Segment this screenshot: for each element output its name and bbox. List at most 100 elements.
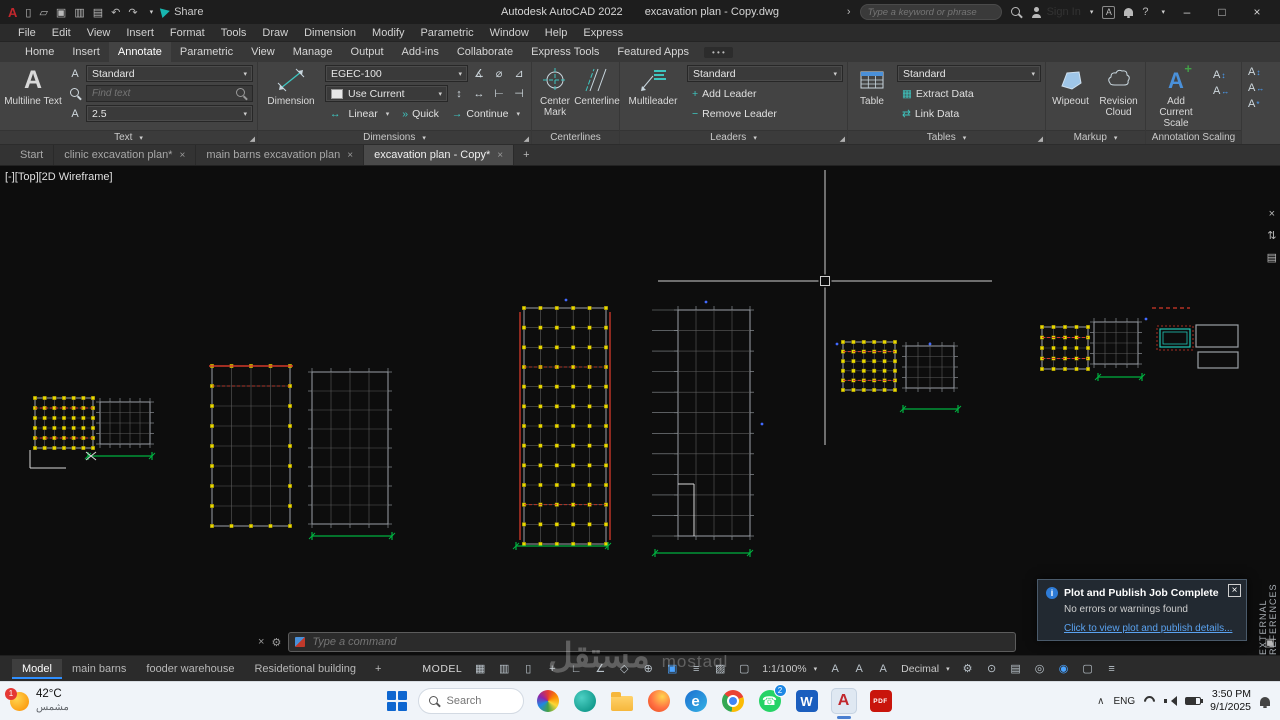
- dimension-button[interactable]: Dimension: [262, 65, 320, 130]
- command-customize-icon[interactable]: ⚙: [271, 636, 281, 649]
- find-go-icon[interactable]: [236, 88, 247, 99]
- add-delete-scales-icon[interactable]: A↕: [1213, 69, 1229, 81]
- start-button[interactable]: [387, 691, 407, 711]
- file-tab-main-barns[interactable]: main barns excavation plan ×: [196, 145, 364, 165]
- taskbar-search-box[interactable]: [418, 688, 524, 714]
- taskbar-app-firefox[interactable]: [646, 688, 672, 714]
- palette-icon[interactable]: ▤: [1267, 251, 1277, 264]
- panel-annotation-scaling-footer[interactable]: Annotation Scaling: [1146, 130, 1241, 144]
- panel-leaders-footer[interactable]: Leaders ▾: [620, 130, 847, 144]
- menu-edit[interactable]: Edit: [44, 27, 79, 39]
- notifications-icon[interactable]: [1124, 8, 1133, 16]
- dim-radius-icon[interactable]: ⊿: [511, 66, 527, 82]
- close-button[interactable]: ×: [1244, 0, 1270, 24]
- file-tab-excavation-copy-close-icon[interactable]: ×: [497, 150, 503, 161]
- language-indicator[interactable]: ENG: [1113, 696, 1135, 707]
- tray-chevron-icon[interactable]: ∧: [1097, 696, 1104, 707]
- dynamic-input-icon[interactable]: +: [540, 659, 564, 679]
- revision-cloud-button[interactable]: Revision Cloud: [1096, 65, 1141, 130]
- panel-tables-footer[interactable]: Tables ▾: [848, 130, 1045, 144]
- grid-icon[interactable]: ▦: [468, 659, 492, 679]
- tab-manage[interactable]: Manage: [284, 42, 342, 62]
- center-mark-button[interactable]: Center Mark: [536, 65, 574, 130]
- panel-dimensions-footer[interactable]: Dimensions ▾: [258, 130, 531, 144]
- panel-text-footer[interactable]: Text ▾: [0, 130, 257, 144]
- viewport-close-icon[interactable]: ×: [1269, 208, 1275, 220]
- open-file-icon[interactable]: ▱: [39, 6, 47, 19]
- layout-tab-residetional-building[interactable]: Residetional building: [244, 659, 366, 679]
- menu-help[interactable]: Help: [537, 27, 576, 39]
- taskbar-app-acrobat[interactable]: PDF: [868, 688, 894, 714]
- dim-layer-combo[interactable]: Use Current ▾: [325, 85, 448, 102]
- menu-parametric[interactable]: Parametric: [412, 27, 481, 39]
- menu-tools[interactable]: Tools: [213, 27, 255, 39]
- annotation-monitor-icon[interactable]: ⊙: [980, 659, 1004, 679]
- table-style-combo[interactable]: Standard ▾: [897, 65, 1041, 82]
- layout-tab-main-barns[interactable]: main barns: [62, 659, 136, 679]
- file-tab-clinic-close-icon[interactable]: ×: [179, 150, 185, 161]
- tab-home[interactable]: Home: [16, 42, 63, 62]
- annotation-visibility-icon[interactable]: A: [823, 659, 847, 679]
- selection-cycling-icon[interactable]: ▢: [732, 659, 756, 679]
- command-input-box[interactable]: [288, 632, 1016, 652]
- leader-style-combo[interactable]: Standard ▾: [687, 65, 843, 82]
- dim-angular-icon[interactable]: ∡: [471, 66, 487, 82]
- table-button[interactable]: Table: [852, 65, 892, 130]
- undo-icon[interactable]: ↶: [111, 6, 120, 19]
- ribbon-overflow-button[interactable]: • • •: [704, 47, 733, 58]
- annotation-scale-sync-icon[interactable]: A↔: [1248, 82, 1264, 94]
- add-leader-button[interactable]: + Add Leader: [687, 85, 843, 102]
- redo-icon[interactable]: ↷: [128, 6, 137, 19]
- annotation-scale-list-icon[interactable]: A: [871, 659, 895, 679]
- taskbar-app-chrome[interactable]: [720, 688, 746, 714]
- taskbar-search-input[interactable]: [447, 695, 513, 707]
- speaker-icon[interactable]: [1164, 695, 1176, 707]
- taskbar-app-whatsapp[interactable]: ☎ 2: [757, 688, 783, 714]
- snap-icon[interactable]: ▥: [492, 659, 516, 679]
- remove-leader-button[interactable]: − Remove Leader: [687, 105, 843, 122]
- customization-icon[interactable]: ≡: [1100, 659, 1124, 679]
- menu-window[interactable]: Window: [482, 27, 537, 39]
- command-input[interactable]: [312, 636, 1009, 648]
- viewport-updown-icon[interactable]: ⇅: [1267, 229, 1276, 242]
- infer-constraints-icon[interactable]: ▯: [516, 659, 540, 679]
- wipeout-button[interactable]: Wipeout: [1050, 65, 1091, 130]
- linear-dim-button[interactable]: ↔ Linear ▾: [325, 105, 394, 122]
- title-chevron-icon[interactable]: ›: [847, 6, 851, 18]
- isolate-objects-icon[interactable]: ◎: [1028, 659, 1052, 679]
- isodraft-icon[interactable]: ◇: [612, 659, 636, 679]
- app-store-icon[interactable]: A: [1102, 6, 1115, 19]
- dim-break-icon[interactable]: ↕: [451, 86, 467, 102]
- text-style-combo[interactable]: Standard ▾: [86, 65, 253, 82]
- transparency-icon[interactable]: ▨: [708, 659, 732, 679]
- battery-icon[interactable]: [1185, 697, 1201, 705]
- autotrack-icon[interactable]: ⊕: [636, 659, 660, 679]
- ortho-icon[interactable]: ∟: [564, 659, 588, 679]
- menu-dimension[interactable]: Dimension: [296, 27, 364, 39]
- xref-sheet-icon[interactable]: ▣: [1265, 636, 1275, 649]
- extract-data-button[interactable]: ▦ Extract Data: [897, 85, 1041, 102]
- taskbar-app-word[interactable]: W: [794, 688, 820, 714]
- link-data-button[interactable]: ⇄ Link Data: [897, 105, 1041, 122]
- leaders-dialog-launcher-icon[interactable]: ◢: [840, 135, 845, 143]
- find-text-field[interactable]: [86, 85, 253, 102]
- qat-dropdown-icon[interactable]: ▾: [150, 8, 154, 16]
- taskbar-app-browser[interactable]: [535, 688, 561, 714]
- dim-inspect-icon[interactable]: ⊣: [511, 86, 527, 102]
- clock-widget[interactable]: 3:50 PM 9/1/2025: [1210, 688, 1251, 714]
- polar-tracking-icon[interactable]: ∠: [588, 659, 612, 679]
- layout-tab-model[interactable]: Model: [12, 659, 62, 679]
- sync-scale-positions-icon[interactable]: A↔: [1213, 85, 1229, 97]
- osnap-icon[interactable]: ▣: [660, 659, 684, 679]
- new-drawing-tab-button[interactable]: +: [514, 145, 538, 165]
- maximize-button[interactable]: □: [1209, 0, 1235, 24]
- notification-link[interactable]: Click to view plot and publish details..…: [1064, 623, 1232, 634]
- menu-file[interactable]: File: [10, 27, 44, 39]
- tables-dialog-launcher-icon[interactable]: ◢: [1038, 135, 1043, 143]
- tab-featured-apps[interactable]: Featured Apps: [608, 42, 698, 62]
- taskbar-app-autocad[interactable]: A: [831, 688, 857, 714]
- notification-close-icon[interactable]: ×: [1228, 584, 1241, 597]
- share-button[interactable]: Share: [161, 6, 203, 18]
- clean-screen-icon[interactable]: ▢: [1076, 659, 1100, 679]
- tab-insert[interactable]: Insert: [63, 42, 109, 62]
